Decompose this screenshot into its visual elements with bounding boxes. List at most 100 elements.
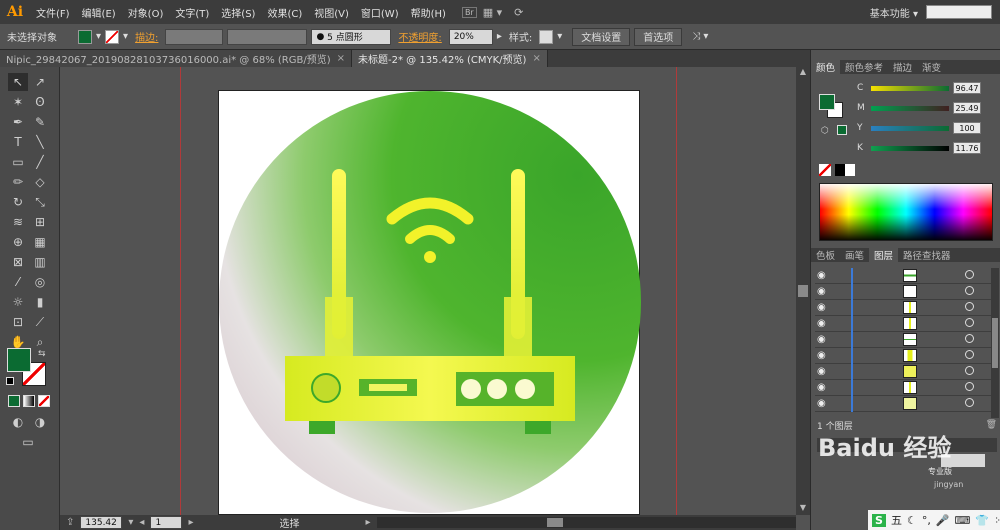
symbol-sprayer-tool-icon[interactable]: ☼ [8,293,28,311]
channel-m-slider[interactable] [871,105,949,111]
layer-row[interactable]: ◉ [815,332,991,348]
layer-row[interactable]: ◉ [815,300,991,316]
search-input[interactable] [926,5,992,19]
menu-file[interactable]: 文件(F) [30,5,76,20]
default-colors-icon[interactable] [6,377,14,385]
eye-icon[interactable]: ◉ [817,382,826,393]
vertical-scrollbar[interactable]: ▲ ▼ [796,67,810,515]
workspace-switcher[interactable]: 基本功能 ▾ [870,5,926,20]
style-dropdown-icon[interactable]: ▾ [557,31,562,42]
ime-logo-icon[interactable]: S [872,513,886,527]
opacity-label[interactable]: 不透明度: [395,29,444,44]
brush-dropdown[interactable]: ● 5 点圆形 [311,28,392,45]
tab-swatches[interactable]: 色板 [811,248,840,262]
none-swatch[interactable] [819,164,831,176]
layer-row[interactable]: ◉ [815,380,991,396]
menu-edit[interactable]: 编辑(E) [76,5,122,20]
layers-scroll-thumb[interactable] [992,318,998,368]
menu-help[interactable]: 帮助(H) [405,5,452,20]
eraser-tool-icon[interactable]: ◇ [30,173,50,191]
eyedropper-tool-icon[interactable]: ⁄ [8,273,28,291]
arrange-documents-icon[interactable]: ▦ ▾ [477,6,508,19]
gpu-performance-icon[interactable]: ⟳ [508,6,529,19]
selection-tool-icon[interactable]: ↖ [8,73,28,91]
layer-row[interactable]: ◉ [815,316,991,332]
mesh-tool-icon[interactable]: ⊠ [8,253,28,271]
eye-icon[interactable]: ◉ [817,318,826,329]
stroke-swatch[interactable] [105,29,120,44]
target-icon[interactable] [965,334,974,343]
fill-swatch[interactable] [78,29,92,44]
type-tool-icon[interactable]: T [8,133,28,151]
delete-layer-icon[interactable]: 🗑 [986,420,997,430]
channel-c-row[interactable]: C 96.47 [857,81,997,95]
tab-document-2[interactable]: 未标题-2* @ 135.42% (CMYK/预览) × [352,50,548,67]
direct-selection-tool-icon[interactable]: ↗ [30,73,50,91]
moon-icon[interactable]: ☾ [907,514,917,527]
target-icon[interactable] [965,302,974,311]
tab-color[interactable]: 颜色 [811,60,841,74]
style-swatch[interactable] [539,29,554,44]
artboard-tool-icon[interactable]: ⊡ [8,313,28,331]
line-tool-icon[interactable]: ╲ [30,133,50,151]
channel-m-value[interactable]: 25.49 [953,102,981,114]
screen-mode-icon[interactable]: ▭ [18,433,38,451]
eye-icon[interactable]: ◉ [817,366,826,377]
close-icon[interactable]: × [337,53,345,64]
white-swatch[interactable] [845,164,855,176]
menu-window[interactable]: 窗口(W) [355,5,405,20]
scroll-up-icon[interactable]: ▲ [796,67,810,79]
eye-icon[interactable]: ◉ [817,350,826,361]
pen-tool-icon[interactable]: ✒ [8,113,28,131]
bridge-icon[interactable]: Br [461,6,477,18]
opacity-field[interactable]: 20% [448,28,493,45]
layer-row[interactable]: ◉ [815,268,991,284]
document-setup-button[interactable]: 文档设置 [572,27,631,46]
eye-icon[interactable]: ◉ [817,270,826,281]
tab-color-guide[interactable]: 颜色参考 [840,60,888,74]
menu-view[interactable]: 视图(V) [308,5,355,20]
menu-object[interactable]: 对象(O) [122,5,170,20]
stroke-label[interactable]: 描边: [132,29,161,44]
next-artboard-icon[interactable]: ▸ [188,517,193,528]
draw-mode-icon[interactable]: ◐ [8,413,28,431]
channel-k-slider[interactable] [871,145,949,151]
target-icon[interactable] [965,382,974,391]
layer-row[interactable]: ◉ [815,396,991,412]
tab-layers[interactable]: 图层 [869,248,899,262]
fill-dropdown-icon[interactable]: ▾ [96,31,101,42]
channel-y-row[interactable]: Y 100 [857,121,997,135]
channel-m-row[interactable]: M 25.49 [857,101,997,115]
eye-icon[interactable]: ◉ [817,334,826,345]
scroll-thumb[interactable] [798,285,808,297]
status-arrow-icon[interactable]: ▸ [365,517,370,528]
preferences-button[interactable]: 首选项 [634,27,683,46]
skin-icon[interactable]: 👕 [975,514,989,527]
curvature-tool-icon[interactable]: ✎ [30,113,50,131]
artboard-number-field[interactable]: 1 [150,516,183,529]
keyboard-icon[interactable]: ⌨ [955,514,971,527]
menu-type[interactable]: 文字(T) [169,5,215,20]
gradient-mode-button[interactable] [23,395,35,407]
horizontal-scrollbar[interactable] [376,517,796,528]
variable-width-dropdown[interactable] [227,28,308,45]
color-spectrum[interactable] [819,183,993,241]
menu-select[interactable]: 选择(S) [215,5,261,20]
layers-scrollbar[interactable] [991,268,999,418]
target-icon[interactable] [965,366,974,375]
gradient-tool-icon[interactable]: ▥ [30,253,50,271]
eye-icon[interactable]: ◉ [817,286,826,297]
panel-fill-swatch[interactable] [819,94,835,110]
zoom-dropdown-icon[interactable]: ▾ [128,517,133,528]
shape-builder-tool-icon[interactable]: ⊕ [8,233,28,251]
opacity-arrow-icon[interactable]: ▸ [497,31,502,42]
free-transform-tool-icon[interactable]: ⊞ [30,213,50,231]
stroke-weight-field[interactable] [165,28,224,45]
scale-tool-icon[interactable]: ⤡ [30,193,50,211]
rectangle-tool-icon[interactable]: ▭ [8,153,28,171]
target-icon[interactable] [965,398,974,407]
scroll-down-icon[interactable]: ▼ [796,503,810,515]
ime-mode[interactable]: 五 [891,512,902,528]
tab-gradient[interactable]: 渐变 [917,60,946,74]
target-icon[interactable] [965,350,974,359]
